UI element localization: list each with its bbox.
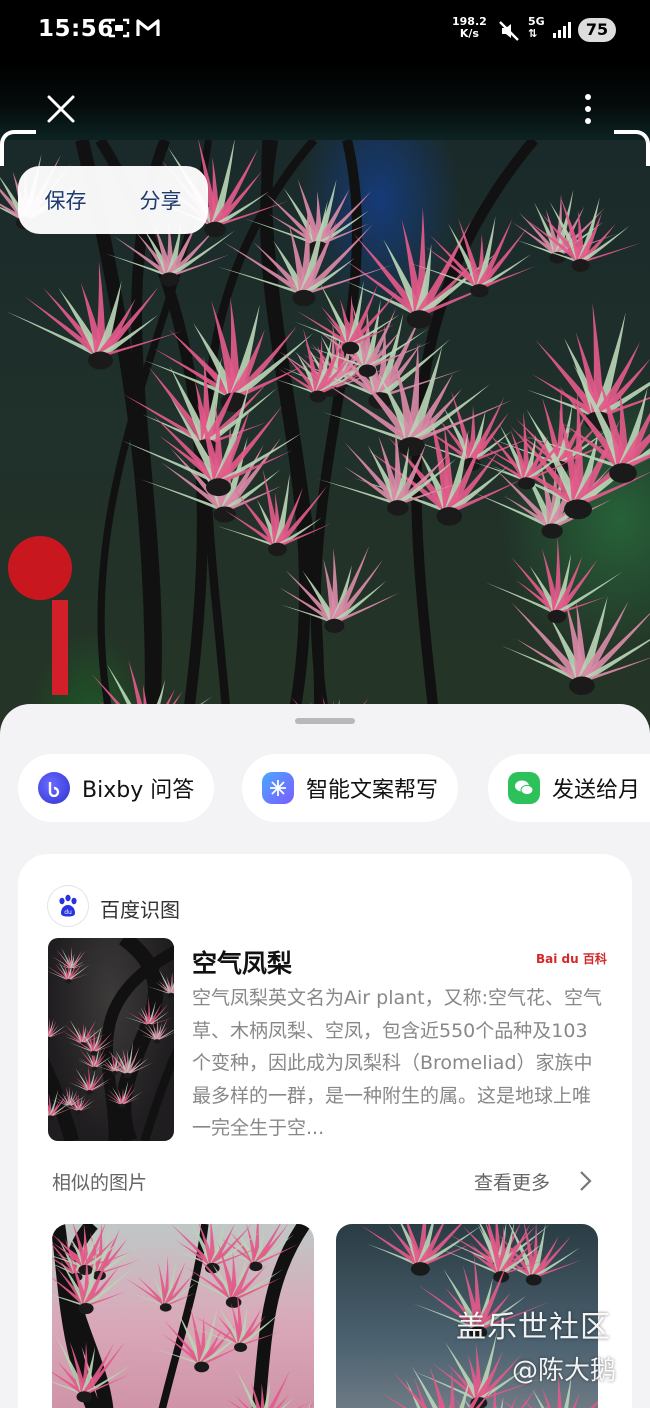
result-thumbnail-image	[48, 938, 174, 1141]
result-title[interactable]: 空气凤梨	[192, 944, 292, 980]
crop-corner-top-left[interactable]	[0, 130, 36, 166]
mute-icon	[499, 21, 519, 41]
chip-send-to-label: 发送给月	[552, 778, 641, 803]
result-description[interactable]: 空气凤梨英文名为Air plant，又称:空气花、空气草、木柄凤梨、空凤，包含近…	[192, 982, 602, 1144]
svg-text:du: du	[64, 909, 72, 916]
signal-icon	[553, 22, 571, 38]
baidu-paw-icon: du	[48, 886, 88, 926]
chip-smart-writing[interactable]: 智能文案帮写	[242, 754, 459, 822]
bixby-icon	[38, 772, 70, 804]
status-time: 15:56	[38, 16, 114, 42]
see-more-link[interactable]: 查看更多	[474, 1168, 550, 1195]
network-speed: 198.2 K/s	[452, 16, 487, 40]
watermark-community: 盖乐世社区	[456, 1310, 611, 1345]
save-share-popup: 保存 分享	[18, 166, 208, 234]
similar-image-1-picture	[52, 1224, 314, 1408]
data-arrows-icon: ⇅	[528, 27, 538, 40]
viewer-toolbar	[0, 62, 650, 142]
watermark-author: @陈大鹅	[512, 1356, 617, 1386]
wechat-icon	[508, 772, 540, 804]
similar-image-1[interactable]	[52, 1224, 314, 1408]
chevron-right-icon[interactable]	[578, 1170, 592, 1192]
save-button[interactable]: 保存	[45, 185, 87, 215]
chip-smart-writing-label: 智能文案帮写	[306, 778, 439, 803]
baidu-baike-logo: Bai du 百科	[536, 952, 607, 966]
chip-send-to[interactable]: 发送给月	[488, 754, 650, 822]
sheet-drag-handle[interactable]	[295, 718, 355, 724]
network-speed-unit: K/s	[459, 27, 479, 40]
source-label: 百度识图	[100, 898, 180, 922]
battery-indicator: 75	[578, 18, 616, 42]
status-bar: 15:56 198.2 K/s 5G ⇅ 75	[0, 0, 650, 62]
more-vertical-icon[interactable]	[576, 92, 600, 126]
scan-icon	[108, 18, 130, 38]
similar-images-label: 相似的图片	[52, 1172, 148, 1194]
result-thumbnail[interactable]	[48, 938, 174, 1141]
gmail-icon	[136, 19, 160, 36]
close-icon[interactable]	[44, 92, 78, 126]
chip-bixby[interactable]: Bixby 问答	[18, 754, 215, 822]
status-notification-icons	[108, 18, 160, 38]
network-type: 5G ⇅	[528, 16, 545, 40]
crop-corner-top-right[interactable]	[614, 130, 650, 166]
ai-writing-icon	[262, 772, 294, 804]
chip-bixby-label: Bixby 问答	[82, 778, 195, 803]
share-button[interactable]: 分享	[140, 185, 182, 215]
